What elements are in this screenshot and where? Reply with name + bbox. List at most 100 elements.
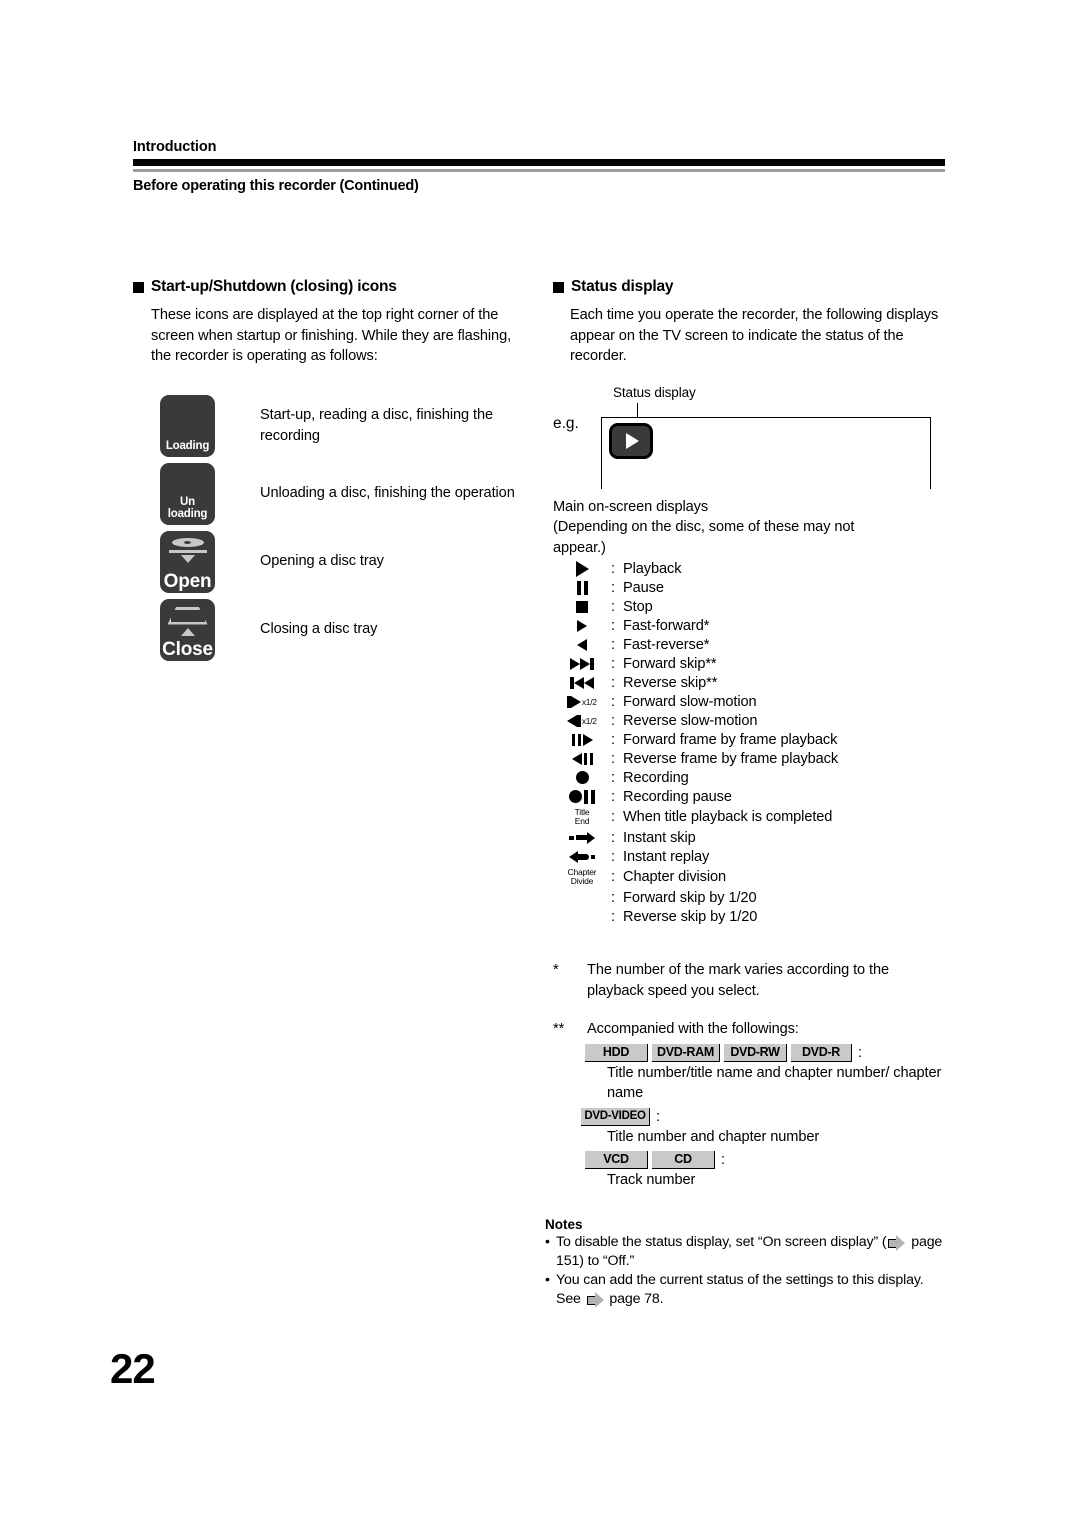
osd-list-item: : Fast-reverse*	[553, 635, 948, 654]
osd-label: Playback	[623, 560, 682, 577]
footnote-double: ** Accompanied with the followings:	[553, 1019, 948, 1040]
stop-icon	[553, 597, 611, 616]
startup-icon-row: Open Opening a disc tray	[160, 530, 533, 593]
notes-title: Notes	[545, 1216, 583, 1232]
loading-tile-label: Loading	[165, 440, 210, 452]
osd-list-item: : Forward skip**	[553, 654, 948, 673]
osd-colon: :	[611, 750, 615, 767]
unloading-description: Unloading a disc, finishing the operatio…	[260, 485, 515, 502]
unloading-tile-icon: Un loading	[160, 462, 215, 525]
loading-description: Start-up, reading a disc, finishing the …	[260, 407, 493, 444]
disc-badge-group-1: HDD DVD-RAM DVD-RW DVD-R :	[585, 1043, 948, 1062]
osd-colon: :	[611, 869, 615, 885]
osd-list-item: : Stop	[553, 597, 948, 616]
osd-colon: :	[611, 908, 615, 925]
osd-label: When title playback is completed	[623, 809, 833, 825]
disc-eject-art	[160, 537, 215, 563]
loading-tile-icon: Loading	[160, 394, 215, 457]
footnotes: * The number of the mark varies accordin…	[553, 960, 948, 1191]
osd-list-item: : Playback	[553, 559, 948, 578]
osd-list-item: : Forward skip by 1/20	[553, 888, 948, 907]
header-rule-black	[133, 159, 945, 166]
footnote-double-mark: **	[553, 1021, 565, 1037]
osd-label: Forward skip by 1/20	[623, 889, 757, 906]
osd-list-item: Chapter Divide : Chapter division	[553, 866, 948, 888]
title-end-line2: End	[574, 816, 590, 826]
osd-colon: :	[611, 579, 615, 596]
startup-icon-rows: Loading Start-up, reading a disc, finish…	[160, 394, 533, 661]
slow-motion-rate-label: x1/2	[581, 715, 597, 726]
startup-icon-row: Un loading Unloading a disc, finishing t…	[160, 462, 533, 525]
unloading-tile-label-line2: loading	[167, 508, 208, 520]
right-column: Status display Each time you operate the…	[545, 278, 948, 1309]
open-tile-label: Open	[163, 570, 212, 592]
osd-list-item: : Recording pause	[553, 787, 948, 806]
unloading-tile-label: Un loading	[160, 496, 215, 521]
osd-label: Reverse skip**	[623, 674, 718, 691]
osd-colon: :	[611, 598, 615, 615]
osd-colon: :	[611, 617, 615, 634]
note-item: • You can add the current status of the …	[545, 1271, 948, 1309]
osd-colon: :	[611, 731, 615, 748]
osd-colon: :	[611, 889, 615, 906]
osd-colon: :	[611, 655, 615, 672]
osd-list-item: x1/2 : Forward slow-motion	[553, 692, 948, 711]
osd-list-item: : Pause	[553, 578, 948, 597]
osd-label: Fast-reverse*	[623, 636, 710, 653]
osd-label: Instant skip	[623, 829, 696, 846]
arrow-up-icon	[180, 627, 195, 636]
status-display-heading: Status display	[553, 278, 948, 296]
startup-icons-heading: Start-up/Shutdown (closing) icons	[133, 278, 533, 296]
osd-list-item: : Recording	[553, 768, 948, 787]
badge-group-3-colon: :	[721, 1152, 726, 1168]
play-icon	[553, 559, 611, 578]
footnote-single: * The number of the mark varies accordin…	[553, 960, 948, 1001]
badge-dvd-ram: DVD-RAM	[652, 1043, 720, 1062]
reverse-skip-icon	[553, 673, 611, 692]
fast-reverse-icon	[553, 635, 611, 654]
page-header: Introduction Before operating this recor…	[133, 138, 945, 194]
forward-slow-motion-icon: x1/2	[553, 692, 611, 711]
osd-colon: :	[611, 636, 615, 653]
osd-list: : Playback : Pause : Stop : Fast-forward…	[553, 559, 948, 926]
osd-label: Stop	[623, 598, 653, 615]
chapter-divide-line2: Divide	[570, 876, 594, 886]
manual-page: Introduction Before operating this recor…	[0, 0, 1080, 1528]
footnote-double-text: Accompanied with the followings:	[587, 1021, 799, 1037]
footnote-single-text: The number of the mark varies according …	[587, 962, 890, 999]
osd-list-item: Title End : When title playback is compl…	[553, 806, 948, 828]
badge-dvd-video: DVD-VIDEO	[581, 1107, 650, 1126]
startup-icons-intro: These icons are displayed at the top rig…	[151, 307, 512, 364]
note-item: • To disable the status display, set “On…	[545, 1233, 948, 1271]
open-tray-tile-icon: Open	[160, 530, 215, 593]
chapter-divide-icon: Chapter Divide	[553, 867, 611, 887]
osd-list-item: : Reverse skip**	[553, 673, 948, 692]
osd-colon: :	[611, 674, 615, 691]
square-bullet-icon	[133, 281, 144, 293]
eg-label: e.g.	[553, 414, 579, 432]
note-bullet: •	[545, 1271, 550, 1288]
close-tray-tile-icon: Close	[160, 598, 215, 661]
osd-colon: :	[611, 693, 615, 710]
badge-cd: CD	[652, 1151, 715, 1169]
header-rule-gray	[133, 169, 945, 172]
osd-label: Forward frame by frame playback	[623, 731, 838, 748]
osd-label: Forward slow-motion	[623, 693, 757, 710]
status-display-heading-text: Status display	[571, 278, 674, 295]
open-description: Opening a disc tray	[260, 553, 384, 570]
badge-dvd-rw: DVD-RW	[724, 1043, 787, 1062]
osd-list-item: : Reverse frame by frame playback	[553, 749, 948, 768]
square-bullet-icon	[553, 281, 564, 293]
title-end-icon: Title End	[553, 807, 611, 827]
badge-dvd-r: DVD-R	[791, 1043, 852, 1062]
osd-intro-line2: (Depending on the disc, some of these ma…	[553, 519, 855, 535]
startup-icons-heading-text: Start-up/Shutdown (closing) icons	[151, 278, 397, 295]
arrow-right-icon	[586, 1292, 604, 1308]
record-pause-icon	[553, 787, 611, 806]
badge-vcd: VCD	[585, 1151, 648, 1169]
osd-list-item: : Fast-forward*	[553, 616, 948, 635]
play-triangle-icon	[626, 432, 639, 449]
osd-label: Reverse skip by 1/20	[623, 908, 758, 925]
startup-icon-row: Close Closing a disc tray	[160, 598, 533, 661]
unloading-tile-label-line1: Un	[180, 495, 195, 508]
